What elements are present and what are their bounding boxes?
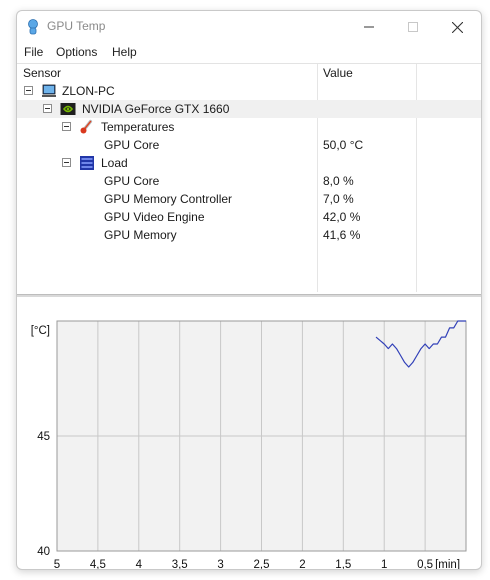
collapse-toggle[interactable] [62,158,71,167]
tree-row-sensor[interactable]: GPU Video Engine 42,0 % [17,208,481,226]
x-tick-label: 3,5 [172,559,188,570]
nvidia-icon [60,103,76,115]
y-axis-label: [°C] [31,325,50,337]
x-tick-label: 2 [299,559,305,570]
window-title: GPU Temp [47,19,106,33]
tree-label: Temperatures [101,120,175,134]
x-tick-label: 3 [217,559,223,570]
sensor-value: 50,0 °C [323,138,364,152]
temperature-plot-area: 45 40 [°C] 5 4,5 4 3,5 3 2,5 2 1,5 1 0,5 [min] [17,297,481,570]
tree-label: ZLON-PC [62,84,115,98]
computer-icon [42,84,56,97]
sensor-name: GPU Video Engine [104,210,205,224]
x-tick-label: 4,5 [90,559,106,570]
tree-row-sensor[interactable]: GPU Core 8,0 % [17,172,481,190]
x-tick-label: 0,5 [417,559,433,570]
tree-row-temperatures[interactable]: Temperatures [17,118,481,136]
close-button[interactable] [435,11,479,43]
menu-help[interactable]: Help [112,45,137,59]
tree-row-sensor[interactable]: GPU Memory 41,6 % [17,226,481,244]
tree-row-computer[interactable]: ZLON-PC [17,82,481,100]
gpu-temp-window: GPU Temp File Options Help Sensor Value [16,10,482,570]
x-tick-label: 1 [381,559,387,570]
tree-row-sensor[interactable]: GPU Memory Controller 7,0 % [17,190,481,208]
sensor-value: 41,6 % [323,228,361,242]
minimize-icon [364,26,374,28]
sensor-name: GPU Core [104,174,160,188]
sensor-name: GPU Core [104,138,160,152]
maximize-button[interactable] [391,11,435,43]
sensor-tree[interactable]: Sensor Value ZLON-PC NVIDIA GeForce GTX … [17,63,481,293]
column-header-value[interactable]: Value [323,64,353,82]
maximize-icon [408,22,418,32]
sensor-name: GPU Memory Controller [104,192,233,206]
temperature-plot: 45 40 [°C] 5 4,5 4 3,5 3 2,5 2 1,5 1 0,5 [min] [31,320,467,570]
thermometer-icon [80,119,93,134]
menu-options[interactable]: Options [56,45,97,59]
close-icon [451,21,463,33]
column-header-sensor[interactable]: Sensor [23,64,61,82]
tree-row-load[interactable]: Load [17,154,481,172]
y-tick-label: 40 [37,546,50,558]
collapse-toggle[interactable] [62,122,71,131]
tree-label: NVIDIA GeForce GTX 1660 [82,102,230,116]
menu-file[interactable]: File [24,45,43,59]
load-icon [80,156,94,170]
sensor-name: GPU Memory [104,228,177,242]
collapse-toggle[interactable] [43,104,52,113]
gpu-temp-app-icon [28,19,38,35]
tree-row-sensor[interactable]: GPU Core 50,0 °C [17,136,481,154]
x-tick-label: 1,5 [335,559,351,570]
tree-row-gpu[interactable]: NVIDIA GeForce GTX 1660 [17,100,481,118]
y-tick-label: 45 [37,431,50,443]
sensor-value: 8,0 % [323,174,354,188]
menu-bar: File Options Help [17,43,481,63]
x-tick-label: 5 [54,559,60,570]
title-bar: GPU Temp [17,11,481,43]
x-axis-label: [min] [435,559,460,570]
sensor-value: 42,0 % [323,210,361,224]
x-tick-label: 2,5 [254,559,270,570]
x-tick-label: 4 [136,559,143,570]
minimize-button[interactable] [347,11,391,43]
collapse-toggle[interactable] [24,86,33,95]
sensor-value: 7,0 % [323,192,354,206]
tree-label: Load [101,156,128,170]
